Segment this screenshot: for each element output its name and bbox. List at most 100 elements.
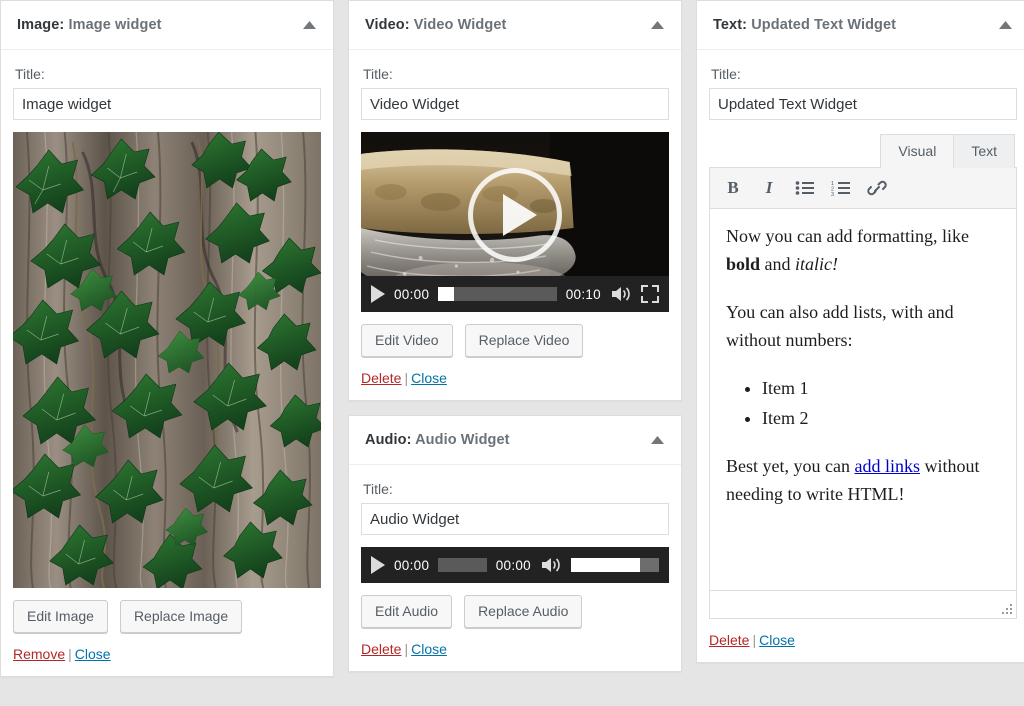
triangle-up-icon[interactable] xyxy=(647,15,667,35)
volume-icon[interactable] xyxy=(610,285,632,303)
widget-column-3: Text: Updated Text Widget Title: Visual … xyxy=(696,0,1024,706)
video-current-time: 00:00 xyxy=(394,286,430,302)
fullscreen-icon[interactable] xyxy=(641,285,659,303)
close-audio-link[interactable]: Close xyxy=(411,641,447,657)
image-widget-links: Remove | Close xyxy=(13,646,321,662)
video-title-label: Title: xyxy=(363,66,393,82)
image-title-input[interactable] xyxy=(13,88,321,120)
video-play-icon[interactable] xyxy=(371,285,385,303)
image-widget-body: Title: Image widget Edit Image Replace I… xyxy=(1,50,333,676)
play-overlay-button[interactable] xyxy=(468,167,562,262)
editor-content[interactable]: Now you can add formatting, like bold an… xyxy=(709,209,1017,591)
text-title-input[interactable] xyxy=(709,88,1017,120)
replace-image-button[interactable]: Replace Image xyxy=(119,600,243,634)
video-widget-buttons: Edit Video Replace Video xyxy=(361,324,669,358)
audio-widget-title: Audio: Audio Widget xyxy=(365,432,510,448)
tab-visual[interactable]: Visual xyxy=(880,134,955,168)
link-separator: | xyxy=(752,632,757,648)
image-widget-type-label: Image: xyxy=(17,17,65,33)
video-progress-slider[interactable] xyxy=(438,287,557,301)
list-item: Item 2 xyxy=(762,405,1000,433)
video-duration: 00:10 xyxy=(565,286,601,302)
para1-bold-text: bold xyxy=(726,253,761,274)
audio-play-icon[interactable] xyxy=(371,556,385,575)
text-widget-name: Updated Text Widget xyxy=(751,17,897,33)
svg-text:3: 3 xyxy=(831,192,834,196)
delete-audio-link[interactable]: Delete xyxy=(361,641,401,657)
replace-audio-button[interactable]: Replace Audio xyxy=(464,595,583,629)
bullet-list-button[interactable] xyxy=(790,174,820,202)
text-title-label: Title: xyxy=(711,66,741,82)
audio-widget: Audio: Audio Widget Title: 00:00 00:00 xyxy=(348,415,682,673)
close-video-link[interactable]: Close xyxy=(411,370,447,386)
video-title-input[interactable] xyxy=(361,88,669,120)
video-controls-bar: 00:00 00:10 xyxy=(361,276,669,312)
link-icon xyxy=(867,180,887,196)
audio-volume-slider[interactable] xyxy=(571,558,659,573)
video-widget-type-label: Video: xyxy=(365,17,410,33)
widget-column-2: Video: Video Widget Title: Video Widget … xyxy=(348,0,682,706)
video-widget-name: Video Widget xyxy=(413,17,507,33)
text-widget-title: Text: Updated Text Widget xyxy=(713,17,896,33)
link-separator: | xyxy=(404,641,409,658)
close-image-link[interactable]: Close xyxy=(75,646,111,662)
resize-handle-icon[interactable] xyxy=(1000,602,1012,614)
audio-widget-buttons: Edit Audio Replace Audio xyxy=(361,595,669,629)
image-widget-header[interactable]: Image: Image widget xyxy=(1,1,333,50)
ivy-bark-image xyxy=(13,132,321,588)
widgets-screen: Image: Image widget Title: Image widget … xyxy=(0,0,1024,706)
audio-widget-type-label: Audio: xyxy=(365,432,412,449)
delete-text-link[interactable]: Delete xyxy=(709,632,749,648)
para1-text-between: and xyxy=(760,253,796,274)
audio-title-input[interactable] xyxy=(361,503,669,536)
replace-video-button[interactable]: Replace Video xyxy=(464,324,584,358)
play-icon xyxy=(502,193,537,236)
audio-widget-header[interactable]: Audio: Audio Widget xyxy=(349,416,681,466)
link-separator: | xyxy=(404,370,409,387)
image-preview[interactable] xyxy=(13,132,321,588)
remove-image-link[interactable]: Remove xyxy=(13,646,65,662)
text-widget-header[interactable]: Text: Updated Text Widget xyxy=(697,1,1024,50)
video-widget-header[interactable]: Video: Video Widget xyxy=(349,1,681,50)
link-button[interactable] xyxy=(862,174,892,202)
text-widget: Text: Updated Text Widget Title: Visual … xyxy=(696,0,1024,663)
delete-video-link[interactable]: Delete xyxy=(361,370,401,386)
editor-statusbar xyxy=(709,591,1017,619)
link-separator: | xyxy=(68,646,72,663)
bold-button[interactable]: B xyxy=(718,174,748,202)
para1-text-before-bold: Now you can add formatting, like xyxy=(726,226,969,246)
text-editor: Visual Text B I 1 2 3 Now you can add fo… xyxy=(709,134,1017,619)
text-widget-body: Title: Visual Text B I xyxy=(697,50,1024,662)
audio-volume-fill xyxy=(571,558,640,573)
audio-widget-name: Audio Widget xyxy=(415,432,510,449)
numbered-list-button[interactable]: 1 2 3 xyxy=(826,174,856,202)
bullet-list-icon xyxy=(795,181,814,195)
triangle-up-icon[interactable] xyxy=(299,15,319,35)
triangle-up-icon[interactable] xyxy=(647,430,667,450)
italic-button[interactable]: I xyxy=(754,174,784,202)
triangle-up-icon[interactable] xyxy=(995,15,1015,35)
add-links-link[interactable]: add links xyxy=(854,456,920,476)
audio-duration: 00:00 xyxy=(495,557,531,573)
numbered-list-icon: 1 2 3 xyxy=(831,181,850,196)
image-widget-title: Image: Image widget xyxy=(17,17,162,33)
edit-image-button[interactable]: Edit Image xyxy=(13,600,108,634)
tab-text[interactable]: Text xyxy=(953,134,1015,168)
video-player[interactable]: 00:00 00:10 xyxy=(361,132,669,312)
image-title-label: Title: xyxy=(15,66,45,82)
volume-icon[interactable] xyxy=(540,556,562,574)
edit-audio-button[interactable]: Edit Audio xyxy=(361,595,453,629)
editor-bullet-list: Item 1 Item 2 xyxy=(726,375,1000,434)
video-widget: Video: Video Widget Title: Video Widget … xyxy=(348,0,682,402)
audio-progress-slider[interactable] xyxy=(438,558,487,573)
editor-paragraph-1: Now you can add formatting, like bold an… xyxy=(726,223,1000,279)
close-text-link[interactable]: Close xyxy=(759,632,795,648)
editor-paragraph-3: Best yet, you can add links without need… xyxy=(726,453,1000,509)
audio-player: 00:00 00:00 xyxy=(361,547,669,584)
editor-paragraph-2: You can also add lists, with and without… xyxy=(726,301,954,350)
editor-toolbar: B I 1 2 3 xyxy=(709,167,1017,209)
edit-video-button[interactable]: Edit Video xyxy=(361,324,453,358)
editor-mode-tabs: Visual Text xyxy=(709,134,1017,168)
para1-italic-text: italic! xyxy=(795,253,839,274)
video-widget-body: Title: Video Widget 00:00 00:10 Edit Vid… xyxy=(349,50,681,400)
